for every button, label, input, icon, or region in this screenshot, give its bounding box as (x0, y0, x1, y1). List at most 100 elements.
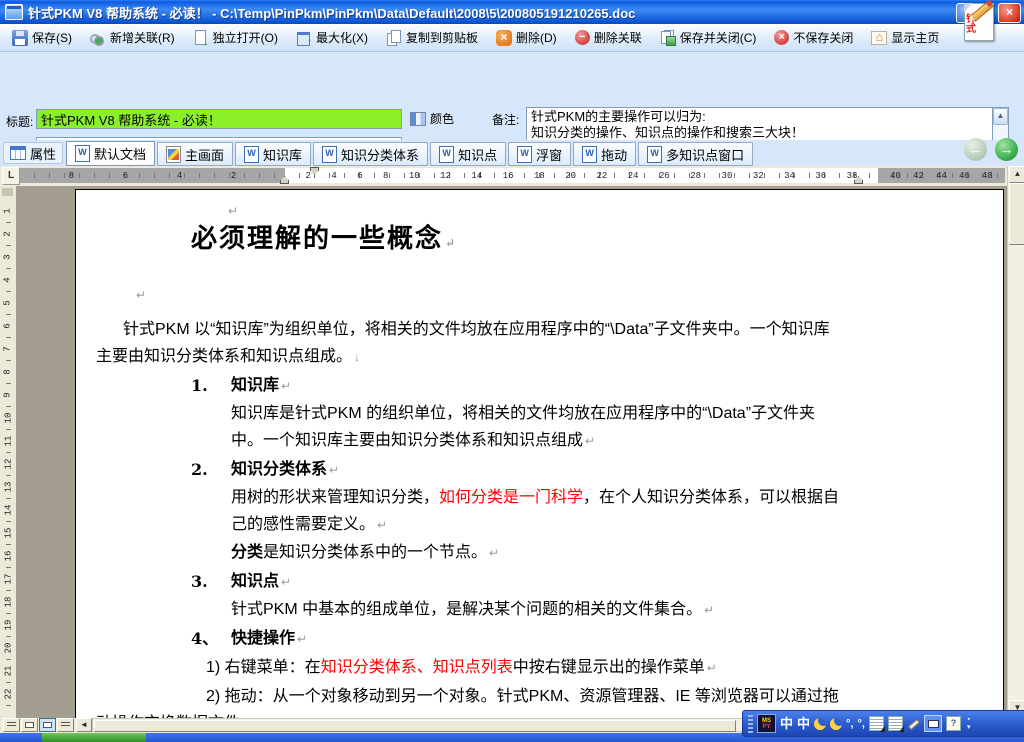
forward-arrow-button[interactable]: → (995, 138, 1018, 161)
ruler-number: 16 (3, 551, 13, 562)
horizontal-scroll-thumb[interactable] (94, 720, 736, 732)
start-button-edge[interactable] (42, 733, 146, 742)
ruler-number: 8 (3, 369, 13, 374)
close-button[interactable]: × (998, 3, 1021, 23)
tab-label: 主画面 (185, 145, 224, 164)
toolbar-button[interactable]: 不保存关闭 (770, 26, 857, 49)
logo-fold (964, 3, 973, 12)
text-run: 中按右键显示出的操作菜单 (513, 659, 705, 676)
ruler-row: L 8642 246810121416182022242628303234363… (0, 166, 1024, 186)
title-input[interactable] (36, 109, 402, 129)
ruler-text-area: 2468101214161820222426283032343638 (285, 168, 878, 183)
ruler-number: 30 (722, 171, 733, 181)
color-button[interactable]: 颜色 (410, 110, 454, 127)
outline-view-button[interactable] (57, 718, 74, 732)
ruler-tick (6, 682, 11, 683)
tab-知识库[interactable]: 知识库 (235, 142, 311, 166)
list-item: 2.知识分类体系↵用树的形状来管理知识分类，如何分类是一门科学，在个人知识分类体… (191, 456, 843, 567)
ruler-number: 26 (659, 171, 670, 181)
home-icon (871, 31, 887, 45)
toolbar-button[interactable]: 最大化(X) (292, 26, 372, 49)
print-layout-view-button[interactable] (39, 718, 56, 732)
text-run: 分类 (231, 544, 263, 561)
text-run: 知识库 (231, 377, 279, 394)
toolbar-button[interactable]: 删除关联 (571, 26, 646, 49)
ime-punctuation-button[interactable]: °, (846, 718, 853, 730)
document-page[interactable]: ↵必须理解的一些概念↵↵针式PKM 以“知识库”为组织单位，将相关的文件均放在应… (75, 189, 1004, 718)
ruler-number: 2 (305, 171, 310, 181)
tab-多知识点窗口[interactable]: 多知识点窗口 (638, 142, 753, 166)
toolbar-button[interactable]: 复制到剪贴板 (382, 26, 482, 49)
color-button-label: 颜色 (430, 110, 454, 127)
tab-默认文档[interactable]: 默认文档 (66, 141, 155, 166)
ruler-number: 36 (815, 171, 826, 181)
list-item-title: 知识库↵ (231, 372, 291, 400)
ime-wordlist-icon[interactable] (869, 716, 884, 731)
moon-icon[interactable] (814, 718, 826, 730)
toolbar-button[interactable]: 显示主页 (867, 26, 943, 49)
toolbar-button-label: 保存(S) (32, 29, 72, 46)
tab-label: 多知识点窗口 (666, 145, 744, 164)
word-doc-icon (582, 146, 597, 163)
toolbar-button[interactable]: 新增关联(R) (86, 26, 179, 49)
toolbar-button[interactable]: 删除(D) (492, 26, 561, 49)
tab-label: 默认文档 (94, 144, 146, 163)
ime-wordlist-icon[interactable] (888, 716, 903, 731)
ruler-number: 4 (331, 171, 336, 181)
ruler-number: 24 (628, 171, 639, 181)
list-item-body: 分类是知识分类体系中的一个节点。↵ (231, 539, 843, 567)
toolbar-button[interactable]: 保存(S) (8, 26, 76, 49)
vertical-scrollbar[interactable]: ▲ ▼ (1007, 166, 1024, 718)
ruler-number: 18 (3, 597, 13, 608)
ruler-tick (6, 544, 11, 545)
ruler-number: 1 (3, 208, 13, 213)
scroll-left-icon[interactable]: ◄ (76, 718, 92, 732)
properties-toggle-button[interactable]: 属性 (3, 142, 63, 164)
ruler-number: 16 (503, 171, 514, 181)
drag-handle[interactable] (748, 715, 753, 733)
ruler-number: 42 (913, 171, 924, 181)
horizontal-ruler: 8642 2468101214161820222426283032343638 … (20, 168, 1005, 183)
web-layout-view-button[interactable] (21, 718, 38, 732)
tab-拖动[interactable]: 拖动 (573, 142, 636, 166)
moon-icon[interactable] (830, 718, 842, 730)
tab-知识分类体系[interactable]: 知识分类体系 (313, 142, 428, 166)
normal-view-button[interactable] (3, 718, 20, 732)
back-arrow-button[interactable]: ← (964, 138, 987, 161)
ruler-number: 10 (3, 413, 13, 424)
ruler-number: 6 (357, 171, 362, 181)
text-run: 针式PKM 中基本的组成单位，是解决某个问题的相关的文件集合。 (231, 601, 702, 618)
ruler-number: 20 (3, 643, 13, 654)
ime-logo-icon[interactable]: MS PY (757, 714, 776, 733)
tab-浮窗[interactable]: 浮窗 (508, 142, 571, 166)
scroll-up-icon[interactable]: ▲ (993, 108, 1008, 125)
ruler-tick (6, 245, 11, 246)
vertical-scroll-thumb[interactable] (1009, 183, 1024, 245)
pen-icon[interactable] (907, 717, 920, 730)
open-icon (193, 30, 209, 46)
ime-toolbar-icon[interactable] (924, 715, 942, 732)
toolbar-button-label: 最大化(X) (316, 29, 368, 46)
ime-chinese-mode-button[interactable]: 中 (797, 716, 810, 732)
toolbar-button[interactable]: 独立打开(O) (189, 26, 282, 49)
ruler-tick (6, 222, 11, 223)
ruler-tick (6, 268, 11, 269)
list-item-heading: 2.知识分类体系↵ (191, 456, 843, 484)
scroll-up-icon[interactable]: ▲ (1009, 166, 1024, 183)
toolbar-button-label: 删除关联 (594, 29, 642, 46)
ime-chinese-mode-button[interactable]: 中 (780, 716, 793, 732)
ruler-number: 14 (3, 505, 13, 516)
text-run: 如何分类是一门科学 (439, 489, 583, 506)
toolbar-button[interactable]: 保存并关闭(C) (656, 26, 761, 49)
tab-stop-selector[interactable]: L (2, 167, 20, 185)
ime-options-chevron[interactable]: ▪▾ (967, 716, 971, 732)
toolbar-button-label: 独立打开(O) (213, 29, 278, 46)
ruler-tick (6, 613, 11, 614)
tab-主画面[interactable]: 主画面 (157, 142, 233, 166)
tab-知识点[interactable]: 知识点 (430, 142, 506, 166)
list-item-number: 2. (191, 456, 231, 484)
ruler-number: 18 (534, 171, 545, 181)
ime-punctuation-button[interactable]: °, (858, 718, 865, 730)
paragraph-mark: ↵ (329, 463, 339, 477)
help-icon[interactable]: ? (946, 716, 961, 731)
